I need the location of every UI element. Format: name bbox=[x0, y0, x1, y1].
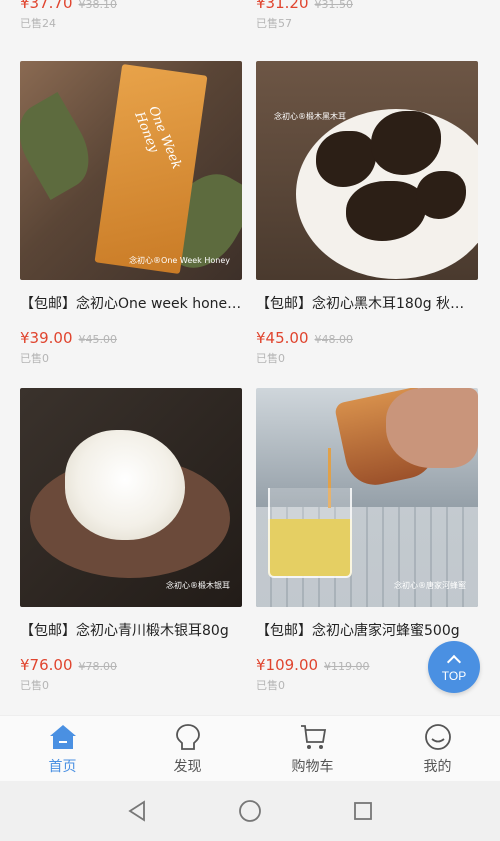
product-original-price: ¥45.00 bbox=[78, 333, 118, 346]
product-title[interactable]: 【包邮】念初心青川椴木银耳80g bbox=[20, 620, 242, 640]
partial-product-right[interactable]: ¥31.20 ¥31.50 已售57 bbox=[256, 0, 478, 31]
back-to-top-label: TOP bbox=[441, 669, 467, 683]
glass bbox=[268, 488, 352, 578]
tab-profile[interactable]: 我的 bbox=[375, 716, 500, 781]
box-text: One Week Honey bbox=[131, 104, 184, 172]
hand bbox=[386, 388, 478, 468]
back-to-top-button[interactable]: TOP bbox=[428, 641, 480, 693]
system-home-button[interactable] bbox=[230, 791, 270, 831]
product-sold-count: 已售0 bbox=[20, 679, 49, 692]
product-image[interactable]: 念初心®唐家河蜂蜜 bbox=[256, 388, 478, 607]
product-original-price: ¥48.00 bbox=[314, 333, 354, 346]
system-navigation-bar bbox=[0, 781, 500, 841]
chevron-up-icon bbox=[446, 654, 462, 670]
leaf-decoration bbox=[20, 92, 103, 200]
product-price: ¥109.00 bbox=[256, 656, 319, 674]
tab-discover[interactable]: 发现 bbox=[125, 716, 250, 781]
system-recents-button[interactable] bbox=[343, 791, 383, 831]
product-price: ¥76.00 bbox=[20, 656, 73, 674]
home-circle-icon bbox=[239, 800, 261, 822]
product-sold-count: 已售0 bbox=[256, 352, 285, 365]
system-back-button[interactable] bbox=[117, 791, 157, 831]
product-image[interactable]: 念初心®椴木黑木耳 bbox=[256, 61, 478, 280]
product-sold-count: 已售0 bbox=[20, 352, 49, 365]
product-image[interactable]: One Week Honey 念初心®One Week Honey bbox=[20, 61, 242, 280]
product-price: ¥45.00 bbox=[256, 329, 309, 347]
home-icon bbox=[48, 722, 78, 752]
product-sold-count: 已售24 bbox=[20, 17, 56, 30]
discover-icon bbox=[173, 722, 203, 752]
tab-label: 发现 bbox=[173, 758, 202, 775]
product-original-price: ¥78.00 bbox=[78, 660, 118, 673]
tremella bbox=[65, 430, 185, 540]
product-feed[interactable]: ¥37.70 ¥38.10 已售24 ¥31.20 ¥31.50 已售57 On… bbox=[0, 0, 500, 715]
tab-label: 首页 bbox=[48, 758, 77, 775]
brand-watermark: 念初心®椴木银耳 bbox=[166, 581, 230, 590]
product-price: ¥31.20 bbox=[256, 0, 309, 12]
product-image[interactable]: 念初心®椴木银耳 bbox=[20, 388, 242, 607]
product-title[interactable]: 【包邮】念初心黑木耳180g 秋木耳 bbox=[256, 293, 478, 313]
product-title[interactable]: 【包邮】念初心唐家河蜂蜜500g bbox=[256, 620, 478, 640]
tab-home[interactable]: 首页 bbox=[0, 716, 125, 781]
product-sold-count: 已售57 bbox=[256, 17, 292, 30]
bottom-tab-bar: 首页 发现 购物车 我的 bbox=[0, 715, 500, 781]
profile-icon bbox=[423, 722, 453, 752]
product-card[interactable]: One Week Honey 念初心®One Week Honey 【包邮】念初… bbox=[20, 61, 242, 367]
product-original-price: ¥38.10 bbox=[78, 0, 118, 11]
product-price: ¥37.70 bbox=[20, 0, 73, 12]
cart-icon bbox=[298, 722, 328, 752]
product-title[interactable]: 【包邮】念初心One week honey一周蜂蜜 bbox=[20, 293, 242, 313]
brand-watermark: 念初心®One Week Honey bbox=[129, 256, 230, 265]
tab-label: 我的 bbox=[423, 758, 452, 775]
tab-label: 购物车 bbox=[291, 758, 334, 775]
brand-watermark: 念初心®唐家河蜂蜜 bbox=[394, 581, 466, 590]
tab-cart[interactable]: 购物车 bbox=[250, 716, 375, 781]
recents-square-icon bbox=[354, 802, 373, 820]
product-card[interactable]: 念初心®椴木银耳 【包邮】念初心青川椴木银耳80g ¥76.00 ¥78.00 … bbox=[20, 388, 242, 694]
product-card[interactable]: 念初心®椴木黑木耳 【包邮】念初心黑木耳180g 秋木耳 ¥45.00 ¥48.… bbox=[256, 61, 478, 367]
partial-product-row: ¥37.70 ¥38.10 已售24 ¥31.20 ¥31.50 已售57 bbox=[0, 0, 500, 42]
product-original-price: ¥31.50 bbox=[314, 0, 354, 11]
product-original-price: ¥119.00 bbox=[324, 660, 370, 673]
back-triangle-icon bbox=[127, 800, 145, 822]
product-price: ¥39.00 bbox=[20, 329, 73, 347]
partial-product-left[interactable]: ¥37.70 ¥38.10 已售24 bbox=[20, 0, 242, 31]
brand-watermark: 念初心®椴木黑木耳 bbox=[274, 112, 346, 121]
